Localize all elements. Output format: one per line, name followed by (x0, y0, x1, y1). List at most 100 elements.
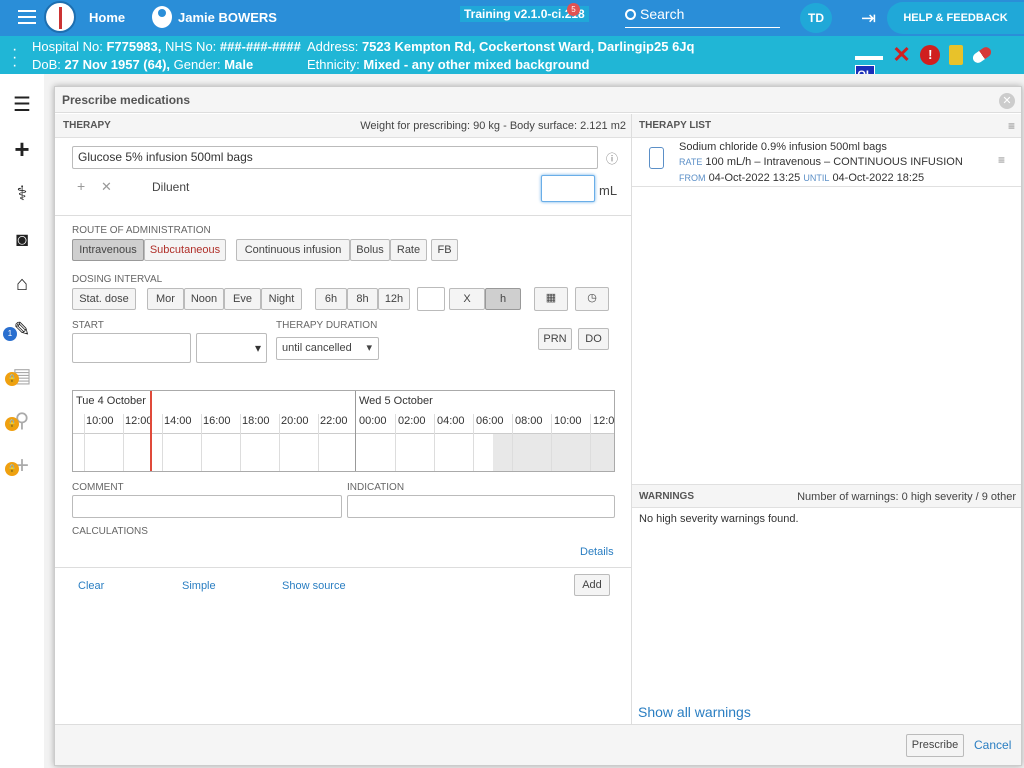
therapy-duration-select[interactable]: until cancelled ▾ (276, 337, 379, 360)
hospital-number: F775983, (106, 39, 162, 54)
noon-button[interactable]: Noon (184, 288, 224, 310)
cross-icon[interactable]: ✕ (892, 44, 912, 66)
logout-icon[interactable]: ⇥ (861, 9, 881, 27)
route-intravenous-button[interactable]: Intravenous (72, 239, 144, 261)
dialog-header: Prescribe medications ✕ (55, 87, 1021, 113)
list-menu-icon[interactable]: ≡ (1008, 114, 1015, 138)
camera-icon[interactable]: ◙ (10, 228, 34, 252)
start-time-select[interactable]: ▾ (196, 333, 267, 363)
patient-address: Address: 7523 Kempton Rd, Cockertonst Wa… (307, 39, 694, 54)
nhs-number: ###-###-#### (219, 39, 301, 54)
timeline-tick (240, 414, 241, 471)
dob-value: 27 Nov 1957 (64), (64, 57, 171, 72)
interval-12h-button[interactable]: 12h (378, 288, 410, 310)
rate-button[interactable]: Rate (390, 239, 427, 261)
help-feedback-button[interactable]: HELP & FEEDBACK (887, 2, 1024, 34)
volume-input[interactable] (541, 175, 595, 202)
edit-count-badge: 1 (3, 327, 17, 341)
route-subcutaneous-button[interactable]: Subcutaneous (144, 239, 226, 261)
start-date-input[interactable] (72, 333, 191, 363)
therapy-list-item[interactable]: Sodium chloride 0.9% infusion 500ml bags… (632, 139, 1021, 187)
clock-icon[interactable]: ◷ (575, 287, 609, 311)
timeline-tick (123, 414, 124, 471)
do-button[interactable]: DO (578, 328, 609, 350)
show-all-warnings-link[interactable]: Show all warnings (638, 704, 751, 720)
patient-name[interactable]: Jamie BOWERS (178, 10, 277, 25)
remove-icon[interactable]: ✕ (101, 179, 112, 195)
divider (55, 215, 631, 216)
add-diluent-icon[interactable]: + (77, 178, 85, 194)
infusion-bag-icon (649, 147, 664, 169)
prescribe-button[interactable]: Prescribe (906, 734, 964, 757)
from-label: FROM (679, 173, 706, 183)
home-link[interactable]: Home (89, 10, 125, 25)
bed-icon[interactable] (855, 46, 883, 60)
ethnicity-label: Ethnicity: (307, 57, 360, 72)
patient-banner: · · · Hospital No: F775983, NHS No: ###-##… (0, 36, 1024, 85)
search-label: Search (640, 6, 685, 22)
show-source-link[interactable]: Show source (282, 580, 346, 592)
menu-icon[interactable] (18, 10, 36, 24)
medication-field[interactable]: Glucose 5% infusion 500ml bags (72, 146, 598, 169)
cancel-link[interactable]: Cancel (974, 738, 1011, 752)
notification-badge[interactable]: 5 (567, 3, 580, 16)
close-icon[interactable]: ✕ (999, 93, 1015, 109)
hospital-label: Hospital No: (32, 39, 103, 54)
search-input[interactable]: Search (625, 6, 780, 28)
home-icon[interactable]: ⌂ (10, 272, 34, 296)
timeline-tick (395, 414, 396, 471)
person-icon (152, 6, 172, 28)
timeline-day-separator (355, 391, 356, 471)
interval-6h-button[interactable]: 6h (315, 288, 347, 310)
until-value: 04-Oct-2022 18:25 (832, 172, 925, 184)
stethoscope-icon[interactable]: ⚕ (10, 182, 34, 206)
timeline-hour: 12:00 (125, 415, 153, 427)
prn-button[interactable]: PRN (538, 328, 572, 350)
hours-h-button[interactable]: h (485, 288, 521, 310)
alert-icon[interactable]: ! (920, 45, 941, 65)
night-button[interactable]: Night (261, 288, 302, 310)
indication-input[interactable] (347, 495, 615, 518)
until-label: UNTIL (803, 173, 830, 183)
stat-dose-button[interactable]: Stat. dose (72, 288, 136, 310)
clear-link[interactable]: Clear (78, 580, 104, 592)
list-icon[interactable]: ☰ (10, 93, 34, 117)
therapy-title: THERAPY (63, 120, 111, 131)
from-value: 04-Oct-2022 13:25 (708, 172, 801, 184)
comment-input[interactable] (72, 495, 342, 518)
ethnicity-value: Mixed - any other mixed background (363, 57, 590, 72)
timeline-tick (279, 414, 280, 471)
timeline-hour: 02:00 (398, 415, 426, 427)
timeline-tick (590, 414, 591, 471)
address-label: Address: (307, 39, 359, 54)
user-avatar[interactable]: TD (800, 3, 832, 33)
prescribe-dialog: Prescribe medications ✕ THERAPY Weight f… (54, 86, 1022, 766)
simple-link[interactable]: Simple (182, 580, 216, 592)
timeline-hour: 10:00 (554, 415, 582, 427)
patient-ethnicity: Ethnicity: Mixed - any other mixed backg… (307, 57, 589, 72)
calendar-icon[interactable]: ▦ (534, 287, 568, 311)
morning-button[interactable]: Mor (147, 288, 184, 310)
therapy-timeline[interactable]: Tue 4 October Wed 5 October 10:00 12:00 … (72, 390, 615, 472)
pill-icon[interactable] (970, 45, 993, 65)
add-button[interactable]: Add (574, 574, 610, 596)
interval-custom-input[interactable] (417, 287, 445, 311)
fb-button[interactable]: FB (431, 239, 458, 261)
bolus-button[interactable]: Bolus (350, 239, 390, 261)
timeline-tick (473, 414, 474, 471)
more-options-icon[interactable]: · · · (12, 42, 17, 74)
interval-8h-button[interactable]: 8h (347, 288, 378, 310)
evening-button[interactable]: Eve (224, 288, 261, 310)
add-icon[interactable]: + (10, 136, 34, 162)
patient-status-icons: ✕ ! OL (855, 44, 1024, 85)
therapy-item-rate: RATE 100 mL/h – Intravenous – CONTINUOUS… (679, 156, 963, 168)
continuous-infusion-button[interactable]: Continuous infusion (236, 239, 350, 261)
medication-bottle-icon[interactable] (948, 45, 963, 65)
details-link[interactable]: Details (580, 546, 614, 558)
times-x-button[interactable]: X (449, 288, 485, 310)
left-sidebar: ☰ + ⚕ ◙ ⌂ ✎ 1 ▤ 🔒 ⚲ 🔒 + 🔒 (0, 74, 44, 768)
item-menu-icon[interactable]: ≡ (998, 153, 1005, 167)
timeline-hour: 20:00 (281, 415, 309, 427)
timeline-hour: 22:00 (320, 415, 348, 427)
info-icon[interactable]: ⓘ (606, 150, 618, 167)
